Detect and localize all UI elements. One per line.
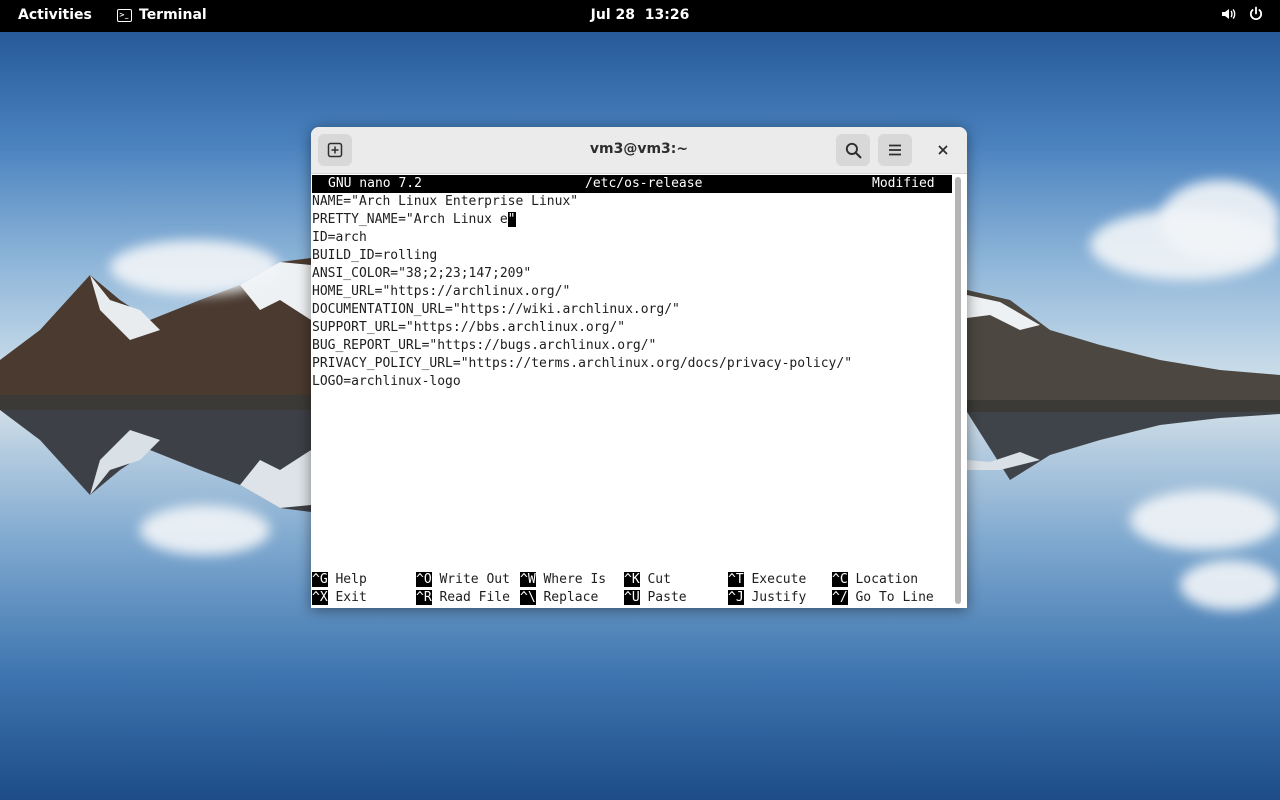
top-bar: Activities >_ Terminal Jul 28 13:26	[0, 0, 1280, 32]
terminal-app-icon: >_	[117, 8, 132, 22]
system-menu[interactable]	[1220, 6, 1264, 26]
shortcut-justify[interactable]: ^J Justify	[728, 589, 806, 607]
close-button[interactable]	[926, 134, 960, 166]
file-line: BUILD_ID=rolling	[312, 248, 438, 263]
shortcut-read-file[interactable]: ^R Read File	[416, 589, 510, 607]
shortcut-cut[interactable]: ^K Cut	[624, 571, 671, 589]
hamburger-menu-icon	[889, 144, 901, 156]
file-line: NAME="Arch Linux Enterprise Linux"	[312, 194, 579, 209]
shortcut-exit[interactable]: ^X Exit	[312, 589, 367, 607]
search-icon	[845, 142, 861, 158]
main-menu-button[interactable]	[878, 134, 912, 166]
nano-shortcuts-row-1: ^G Help ^O Write Out ^W Where Is ^K Cut …	[312, 571, 952, 589]
shortcut-help[interactable]: ^G Help	[312, 571, 367, 589]
power-icon	[1248, 6, 1264, 26]
activities-button[interactable]: Activities	[18, 7, 92, 23]
file-line-text: PRETTY_NAME="Arch Linux e	[312, 212, 508, 227]
nano-modified-status: Modified	[872, 176, 935, 191]
file-line: DOCUMENTATION_URL="https://wiki.archlinu…	[312, 302, 680, 317]
file-line: ID=arch	[312, 230, 367, 245]
app-menu-terminal[interactable]: >_ Terminal	[117, 7, 207, 23]
clock[interactable]: Jul 28 13:26	[591, 7, 690, 23]
window-header-bar[interactable]: vm3@vm3:~	[311, 127, 967, 174]
clock-time: 13:26	[644, 7, 690, 23]
app-menu-label: Terminal	[139, 7, 207, 23]
shortcut-replace[interactable]: ^\ Replace	[520, 589, 598, 607]
shortcut-where-is[interactable]: ^W Where Is	[520, 571, 606, 589]
text-cursor: "	[507, 212, 516, 227]
nano-editor-area[interactable]	[311, 174, 953, 608]
new-tab-icon	[327, 142, 343, 158]
file-line-current: PRETTY_NAME="Arch Linux e"	[312, 211, 516, 229]
terminal-content[interactable]: GNU nano 7.2 /etc/os-release Modified NA…	[311, 174, 953, 608]
file-line: BUG_REPORT_URL="https://bugs.archlinux.o…	[312, 338, 657, 353]
nano-shortcuts-row-2: ^X Exit ^R Read File ^\ Replace ^U Paste…	[312, 589, 952, 607]
shortcut-execute[interactable]: ^T Execute	[728, 571, 806, 589]
terminal-window: vm3@vm3:~ GNU nano 7.2 /etc/os-release M…	[311, 127, 967, 608]
shortcut-go-to-line[interactable]: ^/ Go To Line	[832, 589, 934, 607]
file-line: HOME_URL="https://archlinux.org/"	[312, 284, 571, 299]
file-line: ANSI_COLOR="38;2;23;147;209"	[312, 266, 532, 281]
file-line: PRIVACY_POLICY_URL="https://terms.archli…	[312, 356, 853, 371]
nano-title-bar: GNU nano 7.2 /etc/os-release Modified	[312, 175, 952, 193]
clock-date: Jul 28	[590, 7, 635, 23]
nano-version: GNU nano 7.2	[328, 176, 422, 191]
terminal-scrollbar[interactable]	[955, 177, 961, 604]
new-tab-button[interactable]	[318, 134, 352, 166]
close-icon	[938, 145, 948, 155]
shortcut-paste[interactable]: ^U Paste	[624, 589, 687, 607]
file-line: SUPPORT_URL="https://bbs.archlinux.org/"	[312, 320, 626, 335]
shortcut-location[interactable]: ^C Location	[832, 571, 918, 589]
shortcut-write-out[interactable]: ^O Write Out	[416, 571, 510, 589]
nano-filename: /etc/os-release	[585, 176, 703, 191]
speaker-icon	[1220, 6, 1236, 26]
file-line: LOGO=archlinux-logo	[312, 374, 461, 389]
search-button[interactable]	[836, 134, 870, 166]
